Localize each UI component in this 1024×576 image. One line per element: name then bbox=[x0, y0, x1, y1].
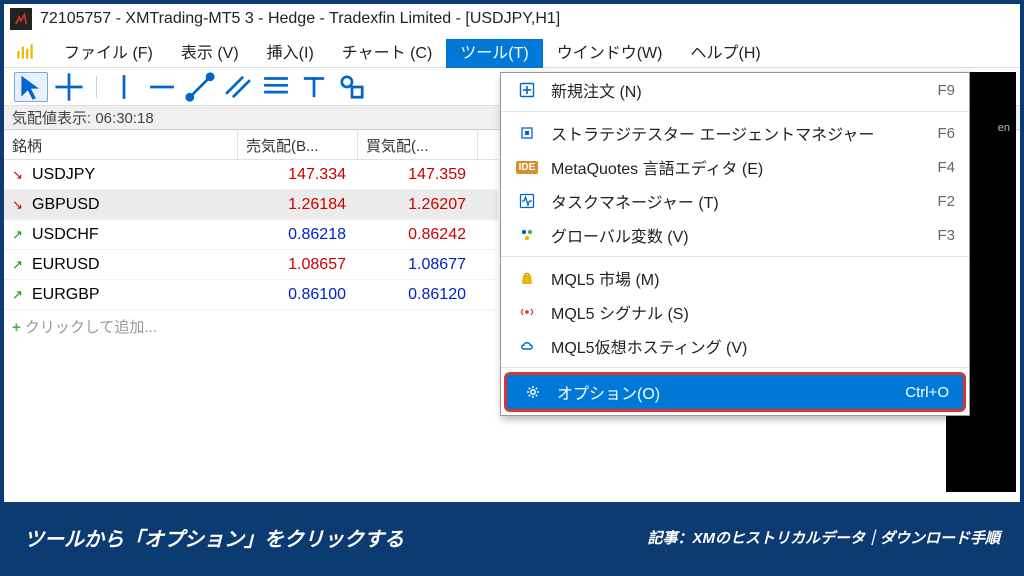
menu-item-label: ストラテジテスター エージェントマネジャー bbox=[551, 121, 874, 145]
titlebar: 72105757 - XMTrading-MT5 3 - Hedge - Tra… bbox=[4, 4, 1020, 34]
bid-price: 0.86218 bbox=[238, 226, 358, 244]
table-row[interactable]: ↗ USDCHF 0.862180.86242 bbox=[4, 220, 498, 250]
app-icon bbox=[10, 8, 32, 30]
col-bid[interactable]: 売気配(B... bbox=[238, 130, 358, 159]
trend-up-icon: ↗ bbox=[12, 287, 26, 303]
bid-price: 0.86100 bbox=[238, 286, 358, 304]
ask-price: 147.359 bbox=[358, 166, 478, 184]
plus-icon: + bbox=[12, 319, 21, 336]
menu-item[interactable]: 挿入(I) bbox=[253, 39, 328, 68]
table-row[interactable]: ↗ EURUSD 1.086571.08677 bbox=[4, 250, 498, 280]
fibo-tool-icon[interactable] bbox=[259, 72, 293, 102]
trend-down-icon: ↘ bbox=[12, 197, 26, 213]
menu-item-label: タスクマネージャー (T) bbox=[551, 189, 719, 213]
bid-price: 1.26184 bbox=[238, 196, 358, 214]
col-ask[interactable]: 買気配(... bbox=[358, 130, 478, 159]
bid-price: 147.334 bbox=[238, 166, 358, 184]
text-tool-icon[interactable] bbox=[297, 72, 331, 102]
menu-item-label: MQL5仮想ホスティング (V) bbox=[551, 334, 747, 358]
menu-item-bag[interactable]: MQL5 市場 (M) bbox=[501, 261, 969, 295]
menubar: ファイル (F)表示 (V)挿入(I)チャート (C)ツール(T)ウインドウ(W… bbox=[4, 34, 1020, 68]
symbol-name: EURGBP bbox=[32, 286, 100, 304]
menu-item-ide[interactable]: IDE MetaQuotes 言語エディタ (E) F4 bbox=[501, 150, 969, 184]
ide-icon: IDE bbox=[515, 161, 539, 174]
menu-item-label: MQL5 シグナル (S) bbox=[551, 300, 689, 324]
table-row[interactable]: ↘ GBPUSD 1.261841.26207 bbox=[4, 190, 498, 220]
mt5-logo-icon bbox=[14, 40, 36, 62]
add-symbol-row[interactable]: +クリックして追加... bbox=[4, 310, 498, 343]
gear-icon bbox=[521, 384, 545, 400]
menu-item-label: グローバル変数 (V) bbox=[551, 223, 689, 247]
ask-price: 0.86242 bbox=[358, 226, 478, 244]
window-title: 72105757 - XMTrading-MT5 3 - Hedge - Tra… bbox=[40, 10, 560, 28]
menu-item-shortcut: F4 bbox=[937, 159, 955, 176]
cloud-icon bbox=[515, 338, 539, 354]
signal-icon bbox=[515, 304, 539, 320]
crosshair-tool-icon[interactable] bbox=[52, 72, 86, 102]
menu-item-chip[interactable]: ストラテジテスター エージェントマネジャー F6 bbox=[501, 116, 969, 150]
pulse-icon bbox=[515, 193, 539, 209]
channel-tool-icon[interactable] bbox=[221, 72, 255, 102]
globals-icon bbox=[515, 227, 539, 243]
menu-separator bbox=[501, 367, 969, 368]
menu-item-cloud[interactable]: MQL5仮想ホスティング (V) bbox=[501, 329, 969, 363]
table-row[interactable]: ↗ EURGBP 0.861000.86120 bbox=[4, 280, 498, 310]
market-watch-table: 銘柄 売気配(B... 買気配(... ↘ USDJPY 147.334147.35… bbox=[4, 130, 498, 343]
menu-separator bbox=[501, 111, 969, 112]
menu-item-shortcut: F3 bbox=[937, 227, 955, 244]
tools-menu-dropdown: 新規注文 (N) F9 ストラテジテスター エージェントマネジャー F6 IDE Meta… bbox=[500, 72, 970, 416]
plus-box-icon bbox=[515, 82, 539, 98]
menu-item-signal[interactable]: MQL5 シグナル (S) bbox=[501, 295, 969, 329]
cursor-tool-icon[interactable] bbox=[14, 72, 48, 102]
table-header: 銘柄 売気配(B... 買気配(... bbox=[4, 130, 498, 160]
trendline-tool-icon[interactable] bbox=[183, 72, 217, 102]
menu-item[interactable]: ウインドウ(W) bbox=[543, 39, 677, 68]
menu-item-gear[interactable]: オプション(O) Ctrl+O bbox=[507, 375, 963, 409]
trend-down-icon: ↘ bbox=[12, 167, 26, 183]
symbol-name: USDCHF bbox=[32, 226, 99, 244]
vline-tool-icon[interactable] bbox=[107, 72, 141, 102]
menu-separator bbox=[501, 256, 969, 257]
symbol-name: EURUSD bbox=[32, 256, 100, 274]
menu-item[interactable]: チャート (C) bbox=[328, 39, 447, 68]
trend-up-icon: ↗ bbox=[12, 227, 26, 243]
symbol-name: USDJPY bbox=[32, 166, 95, 184]
caption-sub: 記事：XMのヒストリカルデータ｜ダウンロード手順 bbox=[647, 527, 1000, 548]
menu-item-label: 新規注文 (N) bbox=[551, 78, 642, 102]
menu-item-globals[interactable]: グローバル変数 (V) F3 bbox=[501, 218, 969, 252]
menu-item-shortcut: F2 bbox=[937, 193, 955, 210]
menu-item-label: MQL5 市場 (M) bbox=[551, 266, 659, 290]
highlighted-menu-item-frame: オプション(O) Ctrl+O bbox=[504, 372, 966, 412]
menu-item[interactable]: ヘルプ(H) bbox=[676, 39, 774, 68]
menu-item-label: オプション(O) bbox=[557, 380, 660, 404]
menu-item-pulse[interactable]: タスクマネージャー (T) F2 bbox=[501, 184, 969, 218]
menu-item-shortcut: F9 bbox=[937, 82, 955, 99]
shapes-tool-icon[interactable] bbox=[335, 72, 369, 102]
menu-item-plus-box[interactable]: 新規注文 (N) F9 bbox=[501, 73, 969, 107]
ask-price: 1.26207 bbox=[358, 196, 478, 214]
table-row[interactable]: ↘ USDJPY 147.334147.359 bbox=[4, 160, 498, 190]
ask-price: 0.86120 bbox=[358, 286, 478, 304]
symbol-name: GBPUSD bbox=[32, 196, 100, 214]
bid-price: 1.08657 bbox=[238, 256, 358, 274]
col-symbol[interactable]: 銘柄 bbox=[4, 130, 238, 159]
toolbar-separator bbox=[96, 76, 97, 98]
trend-up-icon: ↗ bbox=[12, 257, 26, 273]
caption-bar: ツールから「オプション」をクリックする 記事：XMのヒストリカルデータ｜ダウンロ… bbox=[4, 502, 1020, 572]
caption-main: ツールから「オプション」をクリックする bbox=[24, 523, 404, 552]
menu-item-label: MetaQuotes 言語エディタ (E) bbox=[551, 155, 763, 179]
hline-tool-icon[interactable] bbox=[145, 72, 179, 102]
menu-item[interactable]: ファイル (F) bbox=[50, 39, 167, 68]
bag-icon bbox=[515, 270, 539, 286]
ask-price: 1.08677 bbox=[358, 256, 478, 274]
menu-item-shortcut: Ctrl+O bbox=[905, 384, 949, 401]
chip-icon bbox=[515, 125, 539, 141]
menu-item-shortcut: F6 bbox=[937, 125, 955, 142]
menu-item[interactable]: 表示 (V) bbox=[167, 39, 253, 68]
menu-item[interactable]: ツール(T) bbox=[446, 39, 542, 68]
